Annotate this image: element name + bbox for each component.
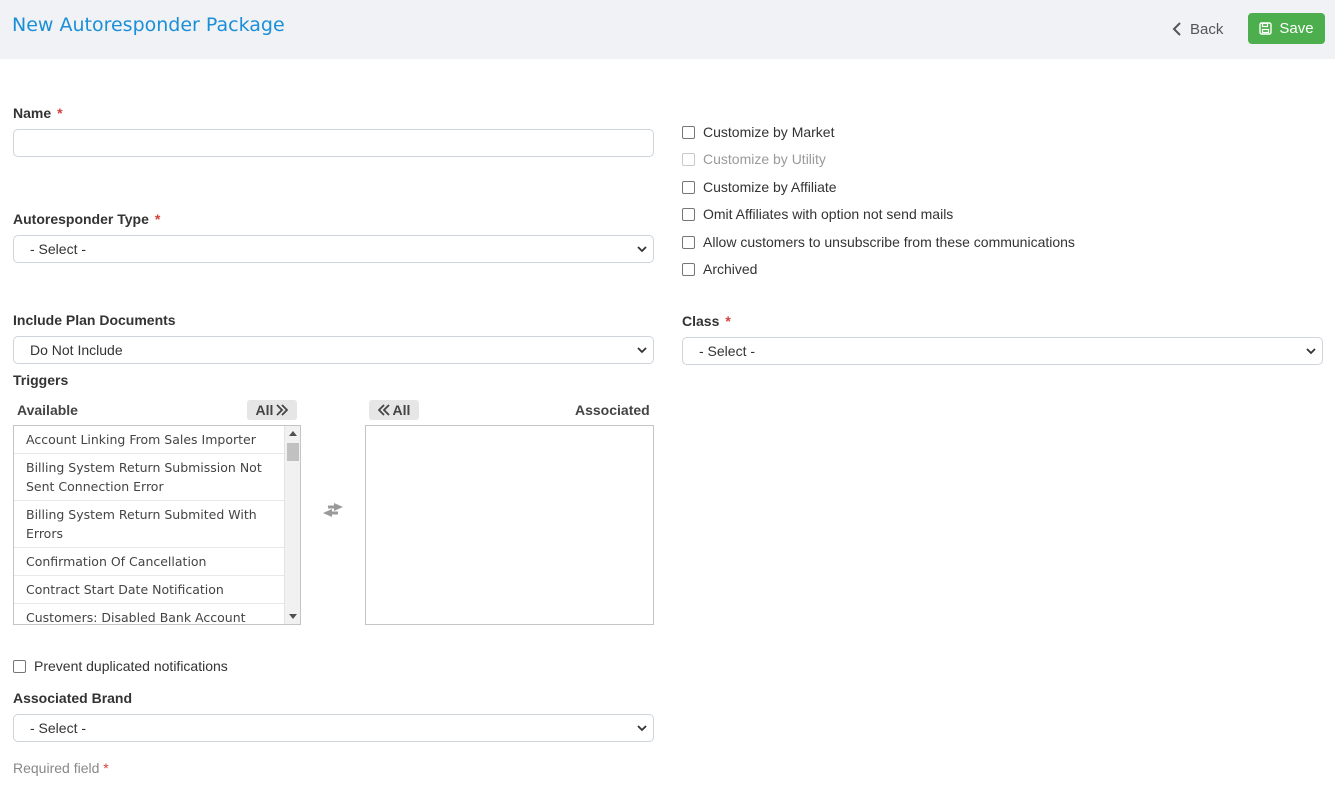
double-chevron-right-icon: [276, 404, 289, 416]
double-chevron-left-icon: [377, 404, 390, 416]
name-label-text: Name: [13, 105, 52, 121]
scroll-down-arrow-icon[interactable]: [289, 614, 297, 619]
triggers-label: Triggers: [13, 372, 69, 388]
page-header: New Autoresponder Package Back Save: [0, 0, 1335, 59]
option-label: Customize by Utility: [703, 151, 826, 167]
customize-by-affiliate-checkbox[interactable]: [682, 180, 695, 194]
back-button-label: Back: [1190, 20, 1224, 38]
save-button[interactable]: Save: [1248, 13, 1325, 44]
available-triggers-list[interactable]: Account Linking From Sales Importer Bill…: [13, 425, 301, 625]
associated-brand-select[interactable]: - Select -: [13, 714, 654, 742]
required-marker: *: [154, 211, 161, 227]
swap-arrows-icon: [323, 503, 343, 517]
class-label-text: Class: [682, 313, 720, 329]
archived-checkbox[interactable]: [682, 262, 695, 276]
associated-brand-value: - Select -: [30, 720, 87, 736]
save-button-label: Save: [1279, 20, 1314, 37]
autoresponder-type-label: Autoresponder Type *: [13, 211, 160, 227]
include-plan-documents-select[interactable]: Do Not Include: [13, 336, 654, 364]
prevent-duplicated-checkbox-row[interactable]: Prevent duplicated notifications: [13, 658, 228, 674]
prevent-duplicated-label: Prevent duplicated notifications: [34, 658, 228, 674]
associated-heading: Associated: [575, 402, 650, 418]
required-marker: *: [725, 313, 731, 329]
required-marker: *: [103, 760, 109, 776]
class-value: - Select -: [699, 343, 756, 359]
required-marker: *: [57, 105, 63, 121]
option-label: Allow customers to unsubscribe from thes…: [703, 234, 1075, 250]
list-item[interactable]: Contract Start Date Notification: [14, 576, 284, 604]
option-label: Customize by Affiliate: [703, 179, 837, 195]
option-customize-by-utility: Customize by Utility: [682, 151, 826, 167]
name-label: Name *: [13, 105, 63, 121]
option-archived[interactable]: Archived: [682, 261, 757, 277]
name-input[interactable]: [13, 129, 654, 157]
required-note-text: Required field: [13, 760, 100, 776]
autoresponder-type-value: - Select -: [30, 241, 87, 257]
chevron-down-icon: [637, 725, 647, 732]
class-label: Class *: [682, 313, 731, 329]
move-all-right-label: All: [255, 402, 274, 418]
option-omit-affiliates[interactable]: Omit Affiliates with option not send mai…: [682, 206, 953, 222]
autoresponder-type-select[interactable]: - Select -: [13, 235, 654, 263]
option-customize-by-affiliate[interactable]: Customize by Affiliate: [682, 179, 837, 195]
move-all-right-button[interactable]: All: [247, 400, 297, 420]
prevent-duplicated-checkbox[interactable]: [13, 659, 26, 673]
list-item[interactable]: Customers: Disabled Bank Account: [14, 604, 284, 624]
include-plan-documents-label: Include Plan Documents: [13, 312, 176, 328]
scrollbar-thumb[interactable]: [287, 443, 299, 461]
option-allow-unsubscribe[interactable]: Allow customers to unsubscribe from thes…: [682, 234, 1075, 250]
option-label: Omit Affiliates with option not send mai…: [703, 206, 954, 222]
customize-by-market-checkbox[interactable]: [682, 125, 695, 139]
chevron-down-icon: [1306, 348, 1316, 355]
associated-brand-label: Associated Brand: [13, 690, 133, 706]
allow-unsubscribe-checkbox[interactable]: [682, 235, 695, 249]
include-plan-documents-value: Do Not Include: [30, 342, 123, 358]
required-field-note: Required field *: [13, 760, 109, 776]
list-item[interactable]: Account Linking From Sales Importer: [14, 426, 284, 454]
move-all-left-button[interactable]: All: [369, 400, 419, 420]
page-title: New Autoresponder Package: [12, 14, 285, 36]
list-item[interactable]: Confirmation Of Cancellation: [14, 548, 284, 576]
class-select[interactable]: - Select -: [682, 337, 1323, 365]
option-label: Archived: [703, 261, 758, 277]
omit-affiliates-checkbox[interactable]: [682, 207, 695, 221]
associated-triggers-list[interactable]: [365, 425, 654, 625]
available-heading: Available: [17, 402, 78, 418]
floppy-disk-icon: [1259, 22, 1273, 35]
list-scrollbar[interactable]: [284, 426, 300, 624]
list-item[interactable]: Billing System Return Submited With Erro…: [14, 501, 284, 548]
list-item[interactable]: Billing System Return Submission Not Sen…: [14, 454, 284, 501]
chevron-down-icon: [637, 347, 647, 354]
option-label: Customize by Market: [703, 124, 835, 140]
scroll-up-arrow-icon[interactable]: [289, 431, 297, 436]
move-all-left-label: All: [392, 402, 411, 418]
option-customize-by-market[interactable]: Customize by Market: [682, 124, 834, 140]
autoresponder-type-label-text: Autoresponder Type: [13, 211, 149, 227]
chevron-left-icon: [1172, 22, 1181, 36]
back-button[interactable]: Back: [1172, 18, 1223, 40]
customize-by-utility-checkbox: [682, 152, 695, 166]
chevron-down-icon: [637, 246, 647, 253]
